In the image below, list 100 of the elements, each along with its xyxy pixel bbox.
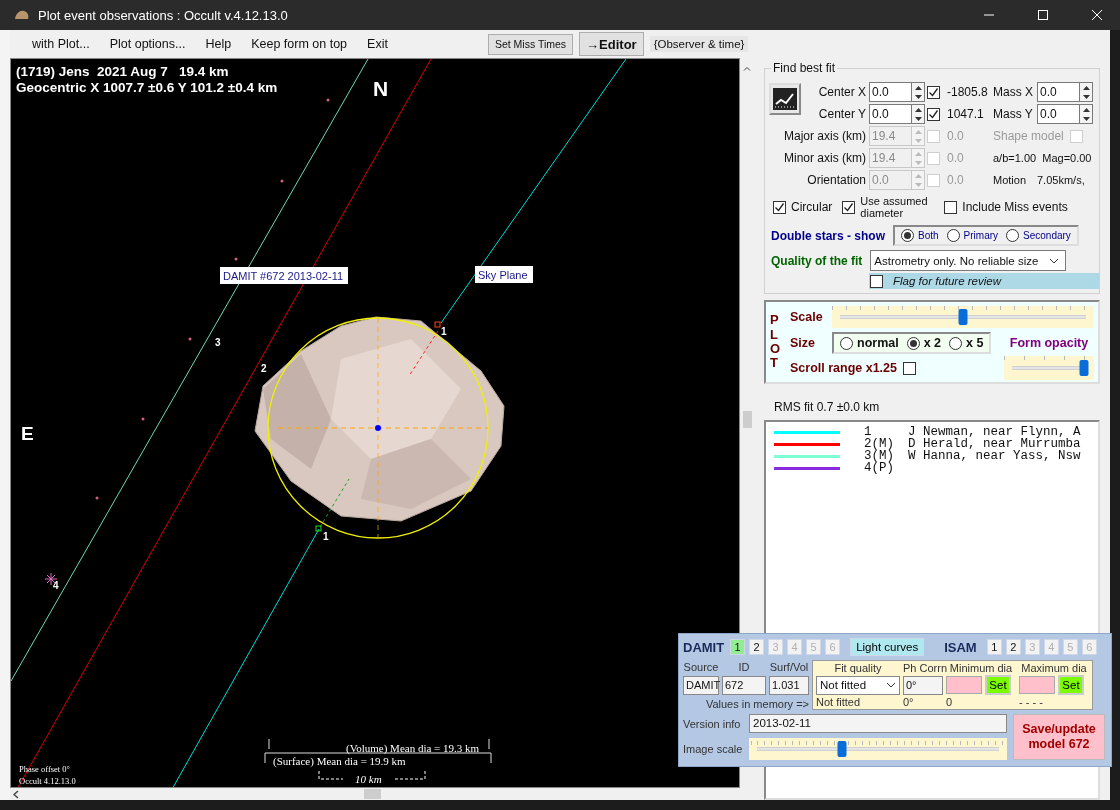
observer-name: J Newman, near Flynn, A (908, 426, 1081, 438)
checkbox[interactable] (773, 200, 786, 214)
column-label: Maximum dia (1020, 662, 1088, 674)
fit-result: 0.0 (947, 129, 965, 143)
control-label: Form opacity (1008, 336, 1090, 350)
section-label: Double stars - show (771, 228, 886, 243)
checkbox-label: Use assumed diameter (860, 195, 929, 219)
panel-title: ISAM (944, 639, 977, 655)
phase-correction-field[interactable]: 0° (903, 675, 943, 695)
column-label: Fit quality (833, 662, 883, 674)
down-arrow-icon[interactable] (1082, 94, 1090, 99)
checkbox-label: Circular (791, 200, 833, 214)
checkbox[interactable] (927, 85, 940, 99)
observer-number: 4(P) (864, 462, 895, 474)
number-field[interactable]: 0.0 (1037, 82, 1079, 102)
slider-thumb[interactable] (958, 309, 968, 325)
column-label: ID (737, 660, 751, 673)
field-label: Center Y (817, 107, 867, 121)
close-icon[interactable] (1092, 10, 1102, 20)
slider-thumb[interactable] (1079, 360, 1089, 376)
column-label: Minimum dia (948, 662, 1014, 674)
radio-button[interactable] (906, 336, 920, 350)
field-label: Image scale (683, 743, 744, 755)
menu-item[interactable]: Plot options... (99, 37, 196, 51)
version-label: Occult 4.12.13.0 (19, 776, 76, 786)
observer-number: 1 (864, 426, 872, 438)
fit-quality-dropdown[interactable]: Not fitted (816, 675, 900, 695)
maximize-icon[interactable] (1038, 10, 1048, 20)
scrollbar-thumb[interactable] (364, 789, 381, 799)
sky-plane-label: Sky Plane (475, 266, 533, 283)
menu-item[interactable]: Help (195, 37, 242, 51)
radio-button[interactable] (840, 336, 853, 350)
scrollbar-thumb[interactable] (742, 411, 752, 428)
center-dot (375, 425, 381, 431)
column-label: Source (683, 660, 719, 673)
down-arrow-icon[interactable] (914, 116, 922, 121)
version-field[interactable]: 2013-02-11 (749, 714, 1007, 733)
model-number-button[interactable]: 2 (1005, 639, 1021, 655)
checkbox[interactable] (870, 274, 883, 288)
chord-segment-drawing (315, 478, 350, 532)
up-arrow-icon[interactable] (914, 85, 922, 90)
chart-icon (773, 88, 797, 110)
model-number-button[interactable]: 1 (986, 639, 1002, 655)
surface-volume-field[interactable]: 1.031 (769, 675, 809, 695)
field-label: Minor axis (km) (783, 151, 867, 165)
slider-track[interactable] (757, 741, 999, 757)
radio-label: Secondary (1023, 230, 1071, 241)
field-label: Mass X (993, 85, 1034, 99)
light-curves-button[interactable]: Light curves (850, 638, 925, 656)
id-field[interactable]: 672 (722, 675, 766, 695)
checkbox[interactable] (944, 200, 958, 214)
menu-button[interactable]: Set Miss Times (487, 33, 574, 55)
up-arrow-icon[interactable] (914, 107, 922, 112)
rms-fit: RMS fit 0.7 ±0.0 km (774, 400, 881, 414)
down-arrow-icon[interactable] (1082, 116, 1090, 121)
number-field[interactable]: 0.0 (1037, 104, 1079, 124)
field-label: Major axis (km) (783, 129, 867, 143)
radio-label: x 2 (923, 336, 942, 350)
slider-thumb[interactable] (837, 741, 847, 757)
slider[interactable] (1004, 356, 1094, 380)
menu-item[interactable]: Keep form on top (241, 37, 358, 51)
down-arrow-icon[interactable] (914, 94, 922, 99)
column-label: Surf/Vol (769, 660, 809, 673)
number-field[interactable]: 0.0 (869, 104, 911, 124)
diameter-field[interactable] (1019, 676, 1055, 694)
chord-segment-drawing (408, 321, 441, 377)
checkbox[interactable] (903, 361, 916, 375)
checkbox[interactable] (927, 107, 940, 121)
up-arrow-icon[interactable] (1082, 85, 1090, 90)
observer-number: 3(M) (864, 450, 895, 462)
east-label: E (21, 423, 34, 444)
memory-label: Values in memory => (704, 697, 809, 710)
save-model-button[interactable]: Save/update model 672 (1013, 714, 1105, 760)
set-button[interactable]: Set (985, 675, 1011, 695)
slider[interactable] (832, 306, 1094, 328)
diameter-field[interactable] (946, 676, 982, 694)
checkbox[interactable] (842, 200, 856, 214)
slider[interactable] (749, 738, 1007, 760)
set-button[interactable]: Set (1058, 675, 1084, 695)
model-number-button[interactable]: 1 (730, 639, 746, 655)
radio-button[interactable] (1006, 229, 1020, 242)
plot-subtitle: Geocentric X 1007.7 ±0.6 Y 101.2 ±0.4 km (16, 80, 278, 95)
menu-item[interactable]: with Plot... (22, 37, 100, 51)
up-arrow-icon[interactable] (1082, 107, 1090, 112)
source-field[interactable]: DAMIT (683, 675, 719, 695)
menu-item[interactable]: Exit (357, 37, 398, 51)
fit-result: -1805.8 (947, 85, 989, 99)
observer-name: D Herald, near Murrumba (908, 438, 1081, 450)
radio-button[interactable] (946, 229, 960, 242)
fit-button[interactable] (769, 83, 801, 115)
fit-result: 0.0 (947, 151, 965, 165)
phase-offset: Phase offset 0° (19, 764, 70, 774)
number-field[interactable]: 0.0 (869, 82, 911, 102)
radio-label: normal (857, 336, 899, 350)
quality-dropdown[interactable]: Astrometry only. No reliable size (870, 250, 1067, 271)
scroll-left-icon[interactable] (13, 789, 19, 799)
radio-button[interactable] (949, 336, 963, 350)
editor-button[interactable]: →Editor (579, 32, 644, 56)
model-number-button[interactable]: 2 (749, 639, 765, 655)
radio-button[interactable] (901, 229, 915, 242)
